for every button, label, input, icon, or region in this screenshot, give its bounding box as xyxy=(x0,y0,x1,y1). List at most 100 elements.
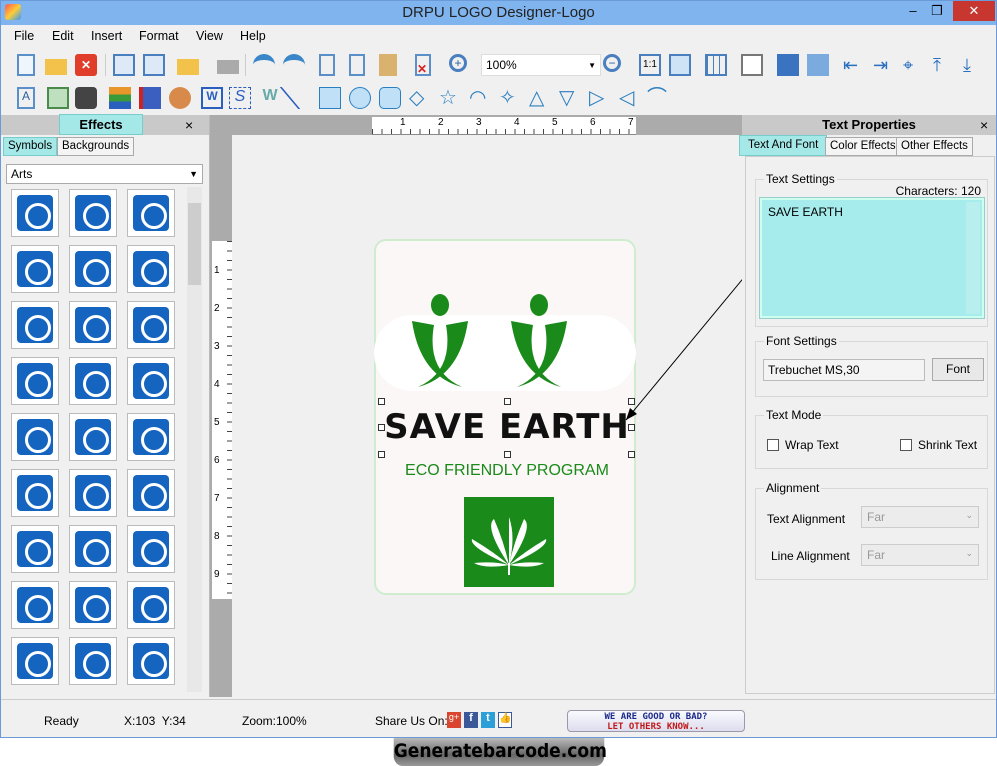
export-icon[interactable] xyxy=(177,59,199,75)
print-icon[interactable] xyxy=(217,60,239,74)
camera-icon[interactable] xyxy=(75,87,97,109)
tab-backgrounds[interactable]: Backgrounds xyxy=(57,137,135,156)
triangle-right-icon[interactable]: ▷ xyxy=(589,87,611,109)
users-icon[interactable] xyxy=(169,87,191,109)
symbol-tile[interactable] xyxy=(11,413,59,461)
text-scrollbar[interactable] xyxy=(966,202,980,314)
symbol-tile[interactable] xyxy=(11,301,59,349)
symbol-tile[interactable] xyxy=(69,469,117,517)
symbol-tile[interactable] xyxy=(69,245,117,293)
menu-file[interactable]: File xyxy=(14,29,34,43)
symbol-tile[interactable] xyxy=(69,357,117,405)
curve-icon[interactable]: ⌒ xyxy=(647,87,669,109)
twitter-icon[interactable]: t xyxy=(481,712,495,728)
symbol-tile[interactable] xyxy=(11,581,59,629)
image-icon[interactable] xyxy=(47,87,69,109)
align-center-icon[interactable]: ⌖ xyxy=(903,54,925,76)
save-icon[interactable] xyxy=(113,54,135,76)
delete-icon[interactable]: ✕ xyxy=(415,54,431,76)
ellipse-icon[interactable] xyxy=(349,87,371,109)
symbol-tile[interactable] xyxy=(127,581,175,629)
menu-insert[interactable]: Insert xyxy=(91,29,122,43)
zoom-in-icon[interactable]: + xyxy=(449,54,467,72)
symbol-tile[interactable] xyxy=(11,245,59,293)
menu-format[interactable]: Format xyxy=(139,29,179,43)
symbol-tile[interactable] xyxy=(127,637,175,685)
triangle-down-icon[interactable]: ▽ xyxy=(559,87,581,109)
triangle-left-icon[interactable]: ◁ xyxy=(619,87,641,109)
cut-icon[interactable] xyxy=(319,54,335,76)
properties-icon[interactable] xyxy=(741,54,763,76)
zoom-select[interactable]: 100% ▼ xyxy=(481,54,601,76)
symbol-tile[interactable] xyxy=(69,581,117,629)
symbol-tile[interactable] xyxy=(69,413,117,461)
send-back-icon[interactable] xyxy=(807,54,829,76)
star-icon[interactable]: ☆ xyxy=(439,87,461,109)
diamond-icon[interactable]: ◇ xyxy=(409,87,431,109)
symbol-tile[interactable] xyxy=(11,357,59,405)
close-properties-button[interactable]: × xyxy=(980,117,988,133)
symbol-tile[interactable] xyxy=(127,525,175,573)
zoom-out-icon[interactable]: − xyxy=(603,54,621,72)
text-alignment-select[interactable]: Far ⌄ xyxy=(861,506,979,528)
maximize-button[interactable]: ❐ xyxy=(923,1,951,21)
actual-size-icon[interactable]: 1:1 xyxy=(639,54,661,76)
tab-text-and-font[interactable]: Text And Font xyxy=(739,135,828,156)
symbol-scrollbar[interactable] xyxy=(187,187,202,692)
grid-icon[interactable] xyxy=(705,54,727,76)
wrap-text-checkbox[interactable] xyxy=(767,439,779,451)
word-art-icon[interactable]: W xyxy=(201,87,223,109)
symbol-tile[interactable] xyxy=(69,189,117,237)
triangle-up-icon[interactable]: △ xyxy=(529,87,551,109)
symbol-tile[interactable] xyxy=(127,301,175,349)
symbol-tile[interactable] xyxy=(69,525,117,573)
canvas-area[interactable]: 1234567 123456789 SAVE EARTH ECO FRIENDL… xyxy=(209,115,743,697)
align-top-icon[interactable]: ⤒ xyxy=(933,54,955,76)
google-plus-icon[interactable]: g+ xyxy=(447,712,461,728)
menu-help[interactable]: Help xyxy=(240,29,266,43)
font-button[interactable]: Font xyxy=(932,358,984,381)
menu-view[interactable]: View xyxy=(196,29,223,43)
symbol-tile[interactable] xyxy=(127,413,175,461)
signature-icon[interactable]: S xyxy=(229,87,251,109)
menu-edit[interactable]: Edit xyxy=(52,29,74,43)
text-input[interactable]: SAVE EARTH xyxy=(759,197,985,319)
symbol-tile[interactable] xyxy=(11,469,59,517)
shrink-text-checkbox[interactable] xyxy=(900,439,912,451)
rounded-rect-icon[interactable] xyxy=(379,87,401,109)
paste-icon[interactable] xyxy=(379,54,397,76)
copy-icon[interactable] xyxy=(349,54,365,76)
symbol-tile[interactable] xyxy=(127,469,175,517)
symbol-tile[interactable] xyxy=(11,189,59,237)
symbol-tile[interactable] xyxy=(127,357,175,405)
like-icon[interactable]: 👍 xyxy=(498,712,512,728)
symbol-tile[interactable] xyxy=(69,637,117,685)
feedback-button[interactable]: WE ARE GOOD OR BAD? LET OTHERS KNOW... xyxy=(567,710,745,732)
category-select[interactable]: Arts ▼ xyxy=(6,164,203,184)
save-as-icon[interactable] xyxy=(143,54,165,76)
background-icon[interactable] xyxy=(139,87,161,109)
font-field[interactable]: Trebuchet MS,30 xyxy=(763,359,925,381)
layers-icon[interactable] xyxy=(109,87,131,109)
new-icon[interactable] xyxy=(17,54,35,76)
open-icon[interactable] xyxy=(45,59,67,75)
symbol-tile[interactable] xyxy=(127,245,175,293)
close-effects-button[interactable]: × xyxy=(185,117,193,133)
close-file-icon[interactable]: ✕ xyxy=(75,54,97,76)
tab-other-effects[interactable]: Other Effects xyxy=(896,137,973,156)
align-bottom-icon[interactable]: ⤓ xyxy=(963,54,985,76)
facebook-icon[interactable]: f xyxy=(464,712,478,728)
arc-icon[interactable]: ◠ xyxy=(469,87,491,109)
tab-color-effects[interactable]: Color Effects xyxy=(825,137,901,156)
line-alignment-select[interactable]: Far ⌄ xyxy=(861,544,979,566)
watermark-icon[interactable]: W xyxy=(259,87,281,109)
redo-icon[interactable] xyxy=(283,54,305,76)
close-button[interactable]: ✕ xyxy=(953,1,995,21)
line-icon[interactable] xyxy=(279,87,321,109)
rectangle-icon[interactable] xyxy=(319,87,341,109)
four-point-star-icon[interactable]: ✧ xyxy=(499,87,521,109)
undo-icon[interactable] xyxy=(253,54,275,76)
fit-page-icon[interactable] xyxy=(669,54,691,76)
symbol-tile[interactable] xyxy=(127,189,175,237)
align-right-icon[interactable]: ⇥ xyxy=(873,54,895,76)
